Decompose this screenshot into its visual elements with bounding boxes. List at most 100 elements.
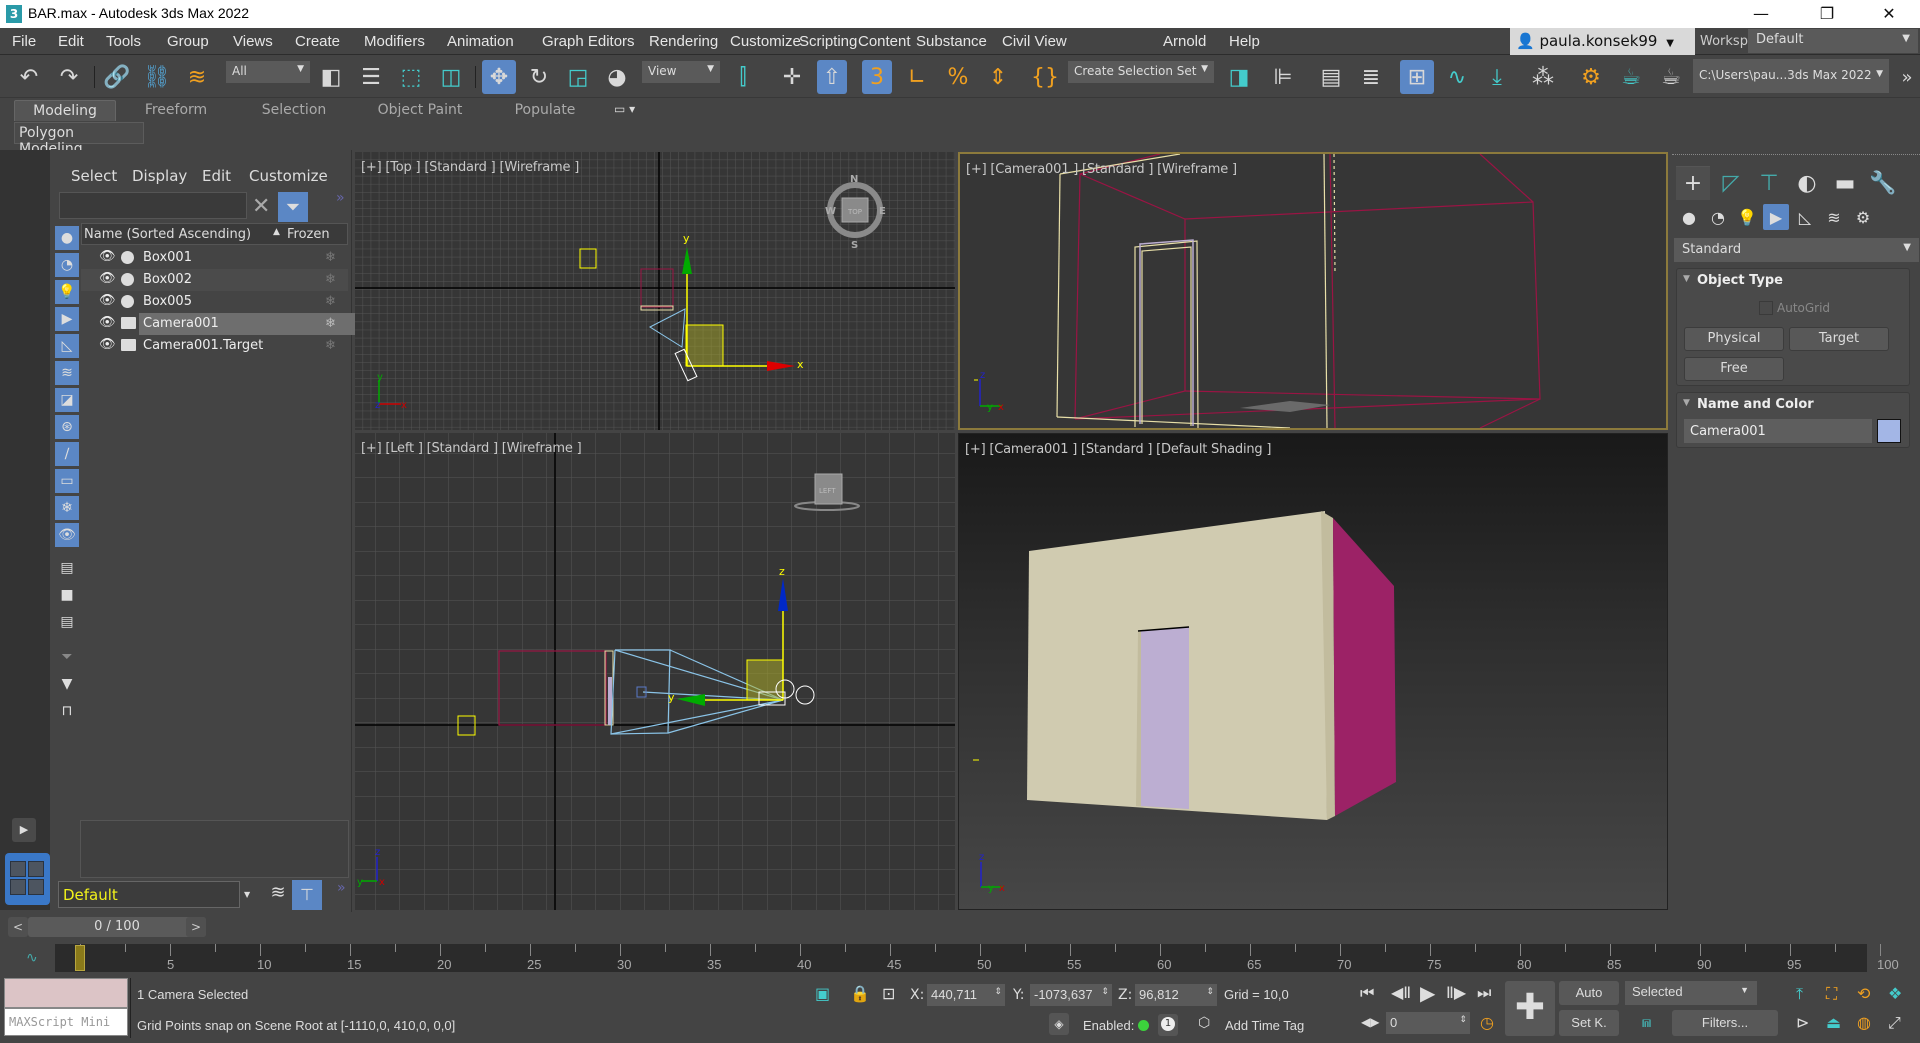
- door-object[interactable]: [1141, 627, 1189, 809]
- viewport-layout-button[interactable]: [5, 853, 50, 905]
- window-crossing-icon[interactable]: ◫: [436, 62, 466, 92]
- layer-dropdown[interactable]: Default: [58, 881, 240, 908]
- time-slider[interactable]: 0 / 100: [28, 917, 206, 937]
- filter-geometry-icon[interactable]: ●: [55, 226, 79, 250]
- align-icon[interactable]: ⊫: [1268, 62, 1298, 92]
- panel-grip[interactable]: [1672, 154, 1920, 156]
- eye-icon[interactable]: 👁: [99, 337, 116, 352]
- viewport-left[interactable]: z y LEFT z y x [+] [Left ] [Standard ] […: [355, 433, 955, 910]
- rollout-title[interactable]: Object Type: [1697, 273, 1783, 288]
- menu-create[interactable]: Create: [295, 33, 340, 50]
- ribbon-tab-selection[interactable]: Selection: [258, 100, 330, 121]
- collapse-icon[interactable]: ▼: [1683, 398, 1690, 408]
- maximize-viewport-icon[interactable]: ⤢: [1888, 1013, 1901, 1033]
- viewport-label-left[interactable]: [+] [Left ] [Standard ] [Wireframe ]: [361, 441, 582, 456]
- advanced-filter-icon[interactable]: ⏷: [55, 645, 79, 669]
- zoom-icon[interactable]: ⤒: [1796, 984, 1803, 1004]
- percent-snap-icon[interactable]: %: [943, 62, 973, 92]
- selection-lock-icon[interactable]: 🔒: [850, 984, 870, 1003]
- previous-key-icon[interactable]: ◀Ⅱ: [1391, 983, 1411, 1002]
- play-icon[interactable]: ▶: [1420, 981, 1435, 1005]
- geometry-icon[interactable]: ●: [1676, 204, 1702, 230]
- viewport-top[interactable]: y x TOP N S E W y x z [+] [Top ] [Standa…: [355, 152, 955, 430]
- menu-group[interactable]: Group: [167, 33, 209, 50]
- ribbon-tab-object-paint[interactable]: Object Paint: [372, 100, 468, 121]
- layer-explorer-toggle-icon[interactable]: ≋: [266, 882, 290, 908]
- viewport-camera-wireframe[interactable]: z y x [+] [Camera001 ] [Standard ] [Wire…: [958, 152, 1668, 430]
- toolbar-overflow-icon[interactable]: »: [1892, 62, 1920, 92]
- frozen-icon[interactable]: ❄: [313, 247, 348, 269]
- menu-content[interactable]: Content: [858, 33, 911, 50]
- eye-icon[interactable]: 👁: [99, 249, 116, 264]
- collapse-icon[interactable]: ▼: [1683, 274, 1690, 284]
- menu-scripting[interactable]: Scripting: [799, 33, 857, 50]
- x-coordinate-field[interactable]: 440,711 ⇕: [927, 984, 1005, 1006]
- explorer-search-input[interactable]: [59, 192, 247, 219]
- filter-lights-icon[interactable]: 💡: [55, 280, 79, 304]
- mirror-icon[interactable]: ◨: [1224, 62, 1254, 92]
- column-frozen[interactable]: Frozen: [287, 227, 330, 242]
- spinner-snap-icon[interactable]: ⇕: [983, 62, 1013, 92]
- filter-helpers-icon[interactable]: ◺: [55, 334, 79, 358]
- isolate-selection-icon[interactable]: ▣: [815, 984, 830, 1003]
- y-coordinate-field[interactable]: -1073,637 ⇕: [1030, 984, 1112, 1006]
- expand-explorer-icon[interactable]: »: [336, 190, 345, 206]
- user-account-button[interactable]: 👤 paula.konsek99 ▼: [1510, 28, 1695, 55]
- schematic-view-icon[interactable]: ⤓: [1482, 62, 1512, 92]
- mini-curve-editor-icon[interactable]: ∿: [26, 950, 38, 966]
- display-all-icon[interactable]: ▤: [55, 556, 79, 580]
- ribbon-tab-freeform[interactable]: Freeform: [140, 100, 212, 121]
- placement-icon[interactable]: ◕: [602, 62, 632, 92]
- target-camera-button[interactable]: Target: [1789, 327, 1889, 351]
- reference-coord-dropdown[interactable]: View ▼: [642, 61, 720, 83]
- eye-icon[interactable]: 👁: [99, 315, 116, 330]
- clear-search-icon[interactable]: ✕: [252, 194, 270, 219]
- adaptive-degradation-icon[interactable]: ◈: [1049, 1013, 1069, 1035]
- filter-bones-icon[interactable]: ∕: [55, 442, 79, 466]
- filter-icon[interactable]: ⏷: [278, 192, 308, 222]
- menu-tools[interactable]: Tools: [106, 33, 141, 50]
- keyboard-shortcut-override-icon[interactable]: ⇧: [817, 60, 847, 94]
- physical-camera-button[interactable]: Physical: [1684, 327, 1784, 351]
- container-icon[interactable]: ⊓: [55, 699, 79, 723]
- utilities-tab-icon[interactable]: 🔧: [1866, 166, 1900, 200]
- set-key-button[interactable]: Set K.: [1559, 1010, 1619, 1036]
- ribbon-tab-populate[interactable]: Populate: [510, 100, 580, 121]
- explorer-menu-edit[interactable]: Edit: [202, 167, 231, 185]
- menu-customize[interactable]: Customize: [730, 33, 801, 50]
- column-name[interactable]: Name (Sorted Ascending): [84, 227, 251, 242]
- current-frame-field[interactable]: 0 ⇕: [1386, 1012, 1470, 1034]
- add-time-tag[interactable]: Add Time Tag: [1225, 1018, 1304, 1033]
- restore-button[interactable]: ❐: [1804, 0, 1850, 28]
- menu-substance[interactable]: Substance: [916, 33, 987, 50]
- menu-edit[interactable]: Edit: [58, 33, 84, 50]
- shapes-icon[interactable]: ◔: [1705, 204, 1731, 230]
- workspaces-dropdown[interactable]: Default ▼: [1748, 29, 1918, 53]
- minimize-button[interactable]: —: [1738, 0, 1784, 28]
- track-bar[interactable]: 0510152025303540455055606570758085909510…: [55, 944, 1899, 972]
- explorer-row[interactable]: 👁 Box001 ❄: [81, 247, 348, 269]
- hierarchy-tab-icon[interactable]: ⊤: [1752, 166, 1786, 200]
- frozen-icon[interactable]: ❄: [313, 291, 348, 313]
- orbit-camera-icon[interactable]: ◍: [1857, 1013, 1871, 1032]
- explorer-row[interactable]: 👁 Box005 ❄: [81, 291, 348, 313]
- menu-file[interactable]: File: [12, 33, 36, 50]
- next-frame-button[interactable]: >: [186, 917, 206, 937]
- scene-explorer-icon[interactable]: ▤: [1316, 62, 1346, 92]
- expand-explorer-icon[interactable]: »: [337, 880, 346, 896]
- explorer-menu-customize[interactable]: Customize: [249, 167, 328, 185]
- layer-explorer-icon[interactable]: ≣: [1356, 62, 1386, 92]
- edit-named-sets-icon[interactable]: {}: [1030, 62, 1060, 92]
- next-key-icon[interactable]: Ⅱ▶: [1446, 983, 1466, 1002]
- pan-icon[interactable]: ⏏: [1826, 1013, 1841, 1032]
- autogrid-checkbox[interactable]: [1759, 301, 1773, 315]
- maxscript-listener-output[interactable]: [4, 978, 128, 1008]
- time-tag-icon[interactable]: ⬡: [1198, 1015, 1210, 1031]
- rotate-icon[interactable]: ↻: [524, 62, 554, 92]
- eye-icon[interactable]: 👁: [99, 293, 116, 308]
- enabled-count-badge[interactable]: 1: [1158, 1014, 1178, 1036]
- redo-icon[interactable]: ↷: [54, 62, 84, 92]
- 3d-snap-icon[interactable]: 3: [862, 60, 892, 94]
- pivot-icon[interactable]: ⫿: [728, 62, 758, 92]
- key-filters-button[interactable]: Filters...: [1672, 1010, 1778, 1036]
